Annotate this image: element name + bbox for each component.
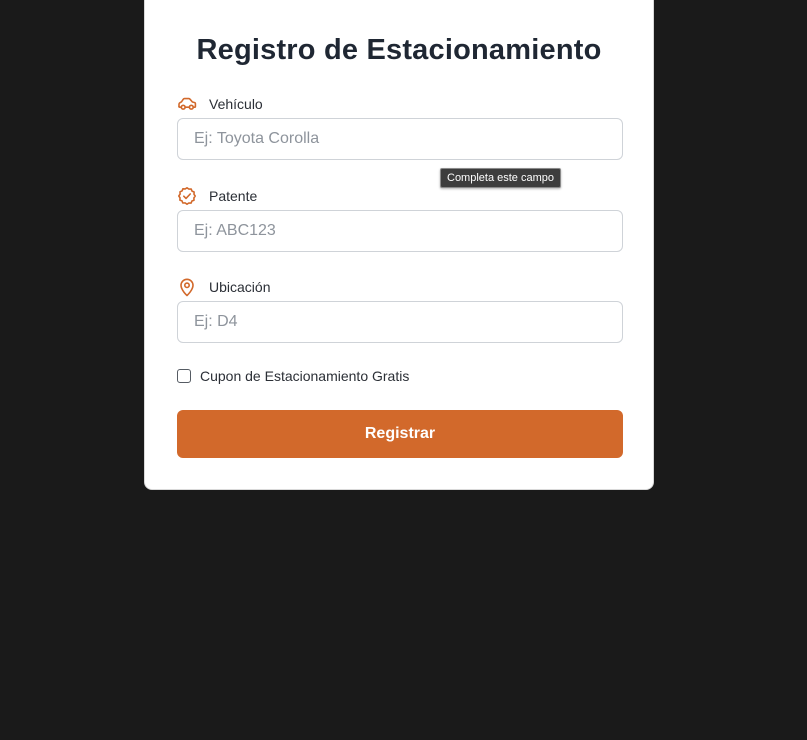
badge-check-icon (177, 186, 197, 206)
page-title: Registro de Estacionamiento (196, 34, 602, 66)
coupon-label[interactable]: Cupon de Estacionamiento Gratis (200, 368, 409, 384)
coupon-row[interactable]: Cupon de Estacionamiento Gratis (177, 368, 409, 384)
location-label: Ubicación (209, 279, 271, 295)
plate-input[interactable] (177, 210, 623, 252)
location-label-row: Ubicación (177, 277, 270, 297)
coupon-checkbox[interactable] (177, 369, 191, 383)
vehicle-label: Vehículo (209, 96, 263, 112)
register-button[interactable]: Registrar (177, 410, 623, 458)
registration-card: Registro de Estacionamiento Vehículo Com… (144, 0, 654, 490)
car-icon (177, 94, 197, 114)
vehicle-label-row: Vehículo (177, 94, 263, 114)
validation-tooltip: Completa este campo (440, 168, 561, 188)
vehicle-input[interactable] (177, 118, 623, 160)
plate-label: Patente (209, 188, 258, 204)
plate-label-row: Patente (177, 186, 257, 206)
location-input[interactable] (177, 301, 623, 343)
map-pin-icon (177, 277, 197, 297)
